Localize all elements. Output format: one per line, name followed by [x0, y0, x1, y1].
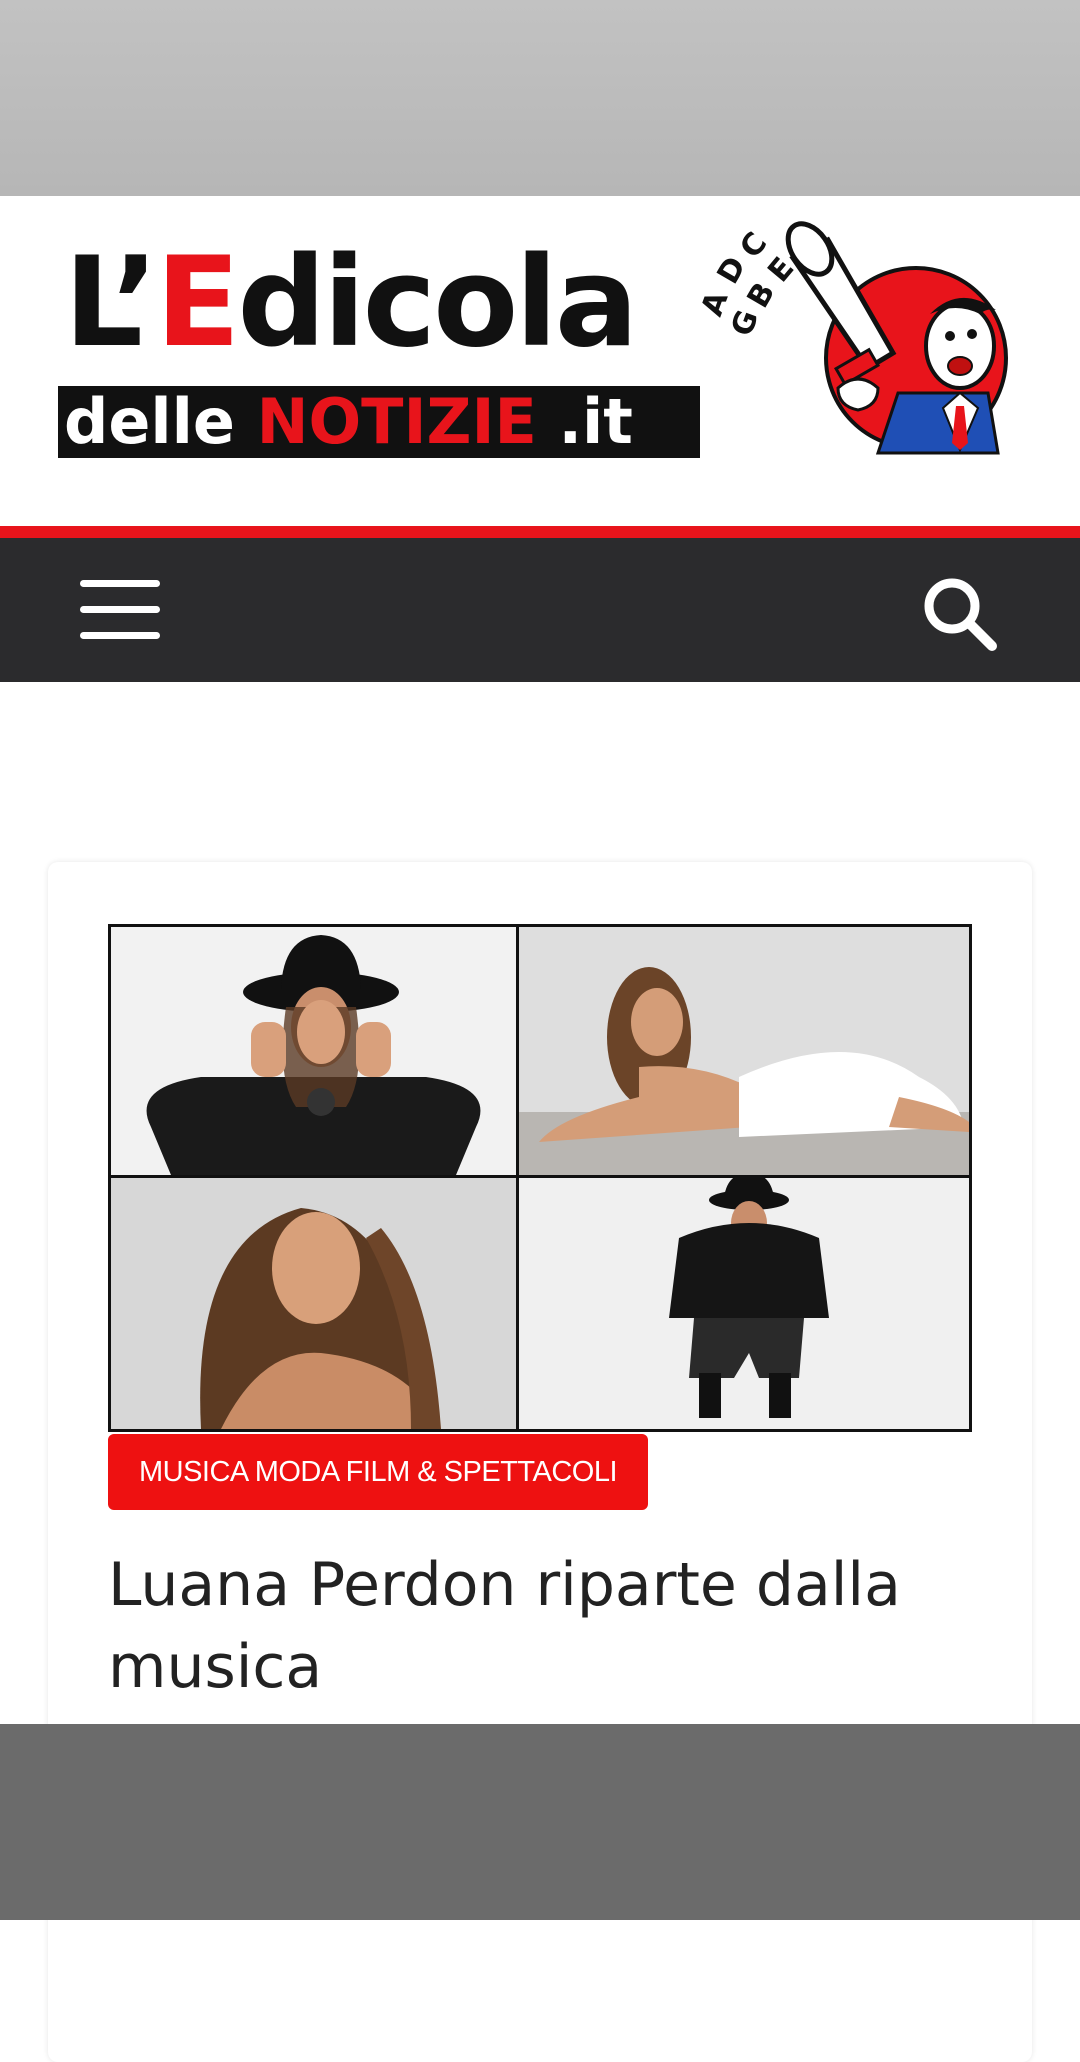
- logo-title: L’Edicola: [64, 231, 638, 375]
- article-title[interactable]: Luana Perdon riparte dalla musica: [108, 1544, 968, 1708]
- search-icon[interactable]: [920, 574, 1000, 654]
- top-dim-overlay: [0, 0, 1080, 196]
- photo-top-right: [519, 927, 969, 1175]
- site-header: L’Edicola delle NOTIZIE .it A D C G B E …: [0, 196, 1080, 526]
- main-navbar: [0, 538, 1080, 682]
- header-red-divider: [0, 526, 1080, 538]
- photo-top-left: [111, 927, 516, 1175]
- logo-subtitle: delle NOTIZIE .it: [58, 386, 700, 458]
- category-badge[interactable]: MUSICA MODA FILM & SPETTACOLI: [108, 1434, 648, 1510]
- photo-bottom-right: [519, 1178, 969, 1429]
- photo-bottom-left: [111, 1178, 516, 1429]
- hamburger-menu-icon[interactable]: [80, 580, 160, 640]
- megaphone-mascot-icon: A D C G B E A: [698, 221, 1008, 455]
- svg-text:B: B: [741, 277, 783, 314]
- bottom-dim-overlay: [0, 1724, 1080, 1920]
- svg-text:G: G: [725, 306, 766, 341]
- featured-image[interactable]: [108, 924, 972, 1432]
- site-logo[interactable]: L’Edicola delle NOTIZIE .it A D C G B E …: [58, 221, 1018, 488]
